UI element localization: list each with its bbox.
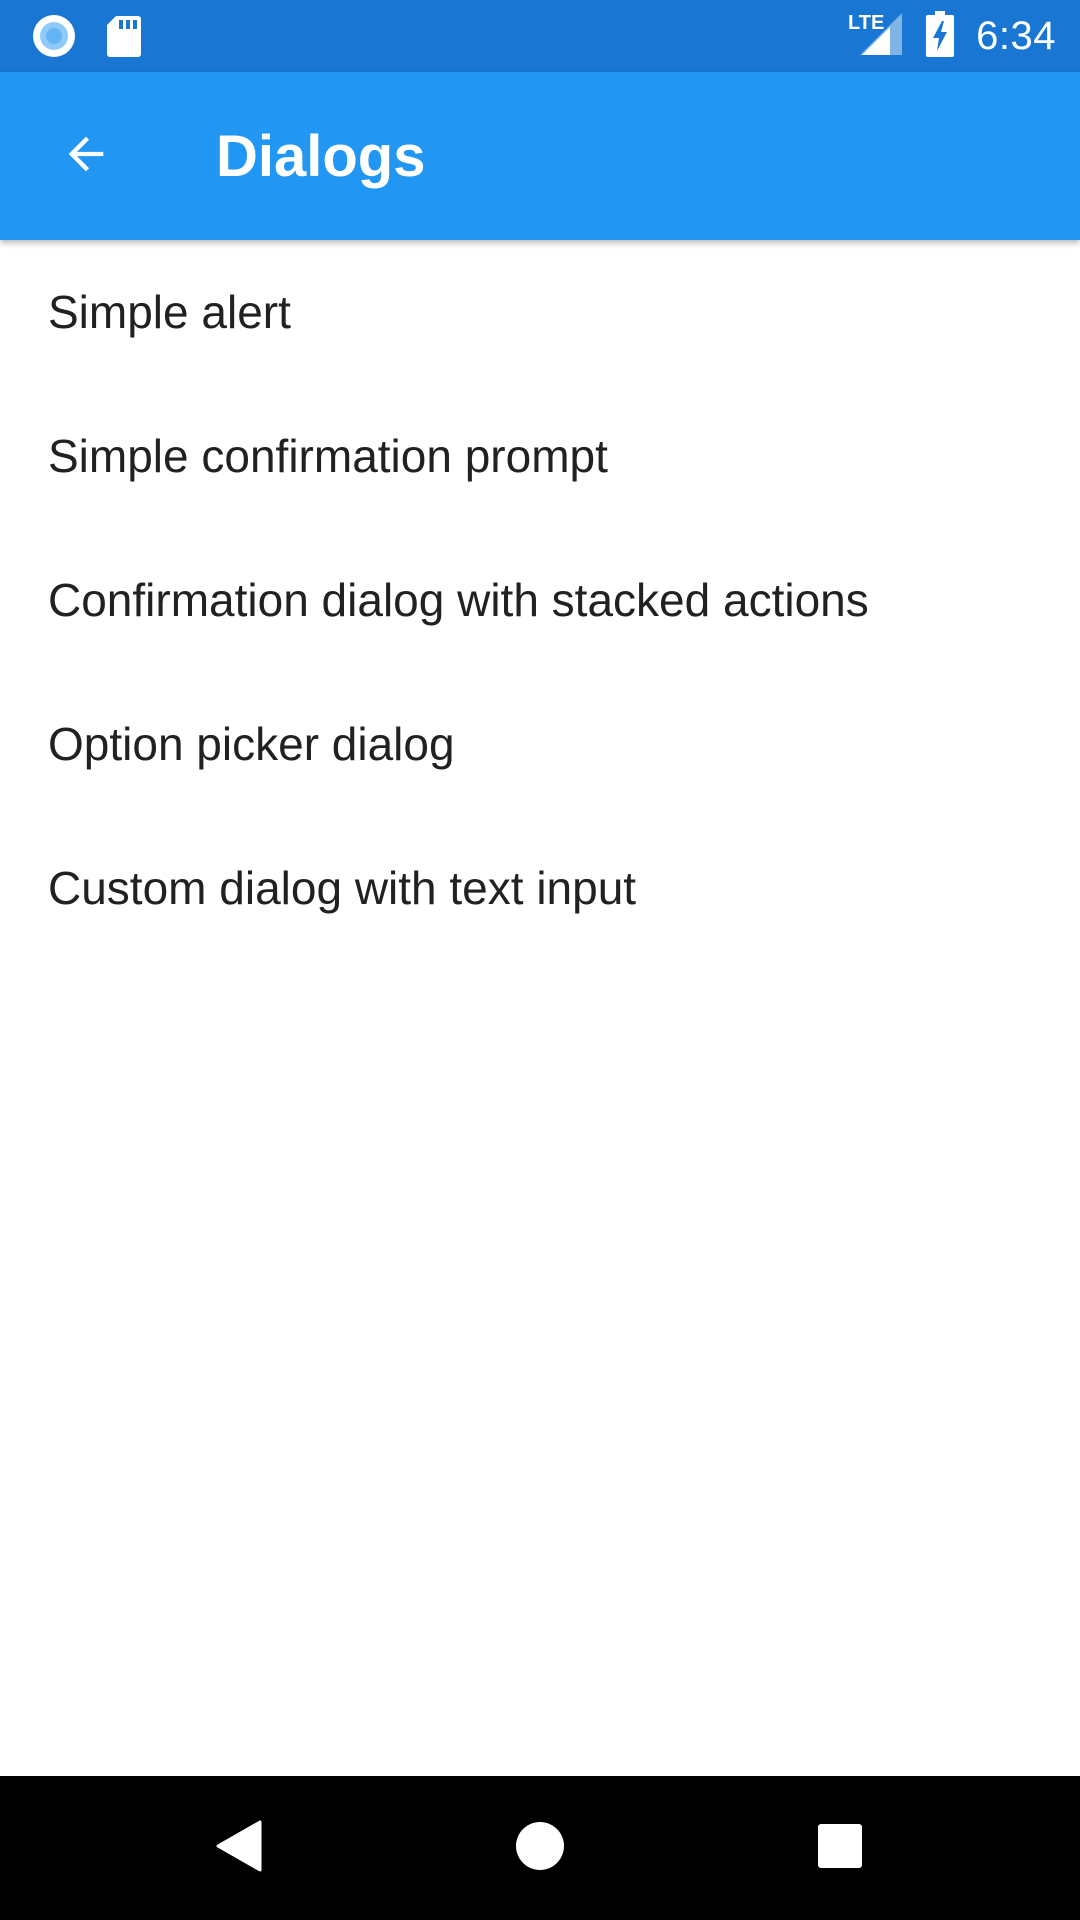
nav-recents-button[interactable] <box>790 1798 890 1898</box>
list-item-label: Simple confirmation prompt <box>48 430 608 482</box>
list-item-label: Simple alert <box>48 286 291 338</box>
list-item-label: Option picker dialog <box>48 718 455 770</box>
list-item-label: Custom dialog with text input <box>48 862 637 914</box>
circle-notification-icon <box>32 14 76 63</box>
list-item-custom-dialog-text-input[interactable]: Custom dialog with text input <box>0 816 1080 960</box>
nav-home-button[interactable] <box>490 1798 590 1898</box>
page-title: Dialogs <box>216 124 426 189</box>
arrow-back-icon <box>60 128 112 185</box>
status-left <box>32 14 172 63</box>
sd-card-icon <box>106 14 142 63</box>
list-item-simple-confirmation-prompt[interactable]: Simple confirmation prompt <box>0 384 1080 528</box>
home-circle-icon <box>515 1821 565 1876</box>
list-item-simple-alert[interactable]: Simple alert <box>0 240 1080 384</box>
back-button[interactable] <box>44 114 128 198</box>
lte-signal-icon: LTE <box>848 11 904 62</box>
list-item-label: Confirmation dialog with stacked actions <box>48 574 869 626</box>
status-right: LTE 6:34 <box>848 10 1056 62</box>
back-triangle-icon <box>216 1820 264 1877</box>
nav-back-button[interactable] <box>190 1798 290 1898</box>
app-bar: Dialogs <box>0 72 1080 240</box>
list-item-option-picker-dialog[interactable]: Option picker dialog <box>0 672 1080 816</box>
navigation-bar <box>0 1776 1080 1920</box>
dialog-list: Simple alert Simple confirmation prompt … <box>0 240 1080 960</box>
status-time: 6:34 <box>976 14 1056 58</box>
battery-charging-icon <box>926 10 955 62</box>
screen: LTE 6:34 Dialogs Simple alert Simple con… <box>0 0 1080 1920</box>
lte-label: LTE <box>848 12 884 34</box>
status-bar: LTE 6:34 <box>0 0 1080 72</box>
list-item-confirmation-stacked-actions[interactable]: Confirmation dialog with stacked actions <box>0 528 1080 672</box>
recents-square-icon <box>817 1823 863 1874</box>
